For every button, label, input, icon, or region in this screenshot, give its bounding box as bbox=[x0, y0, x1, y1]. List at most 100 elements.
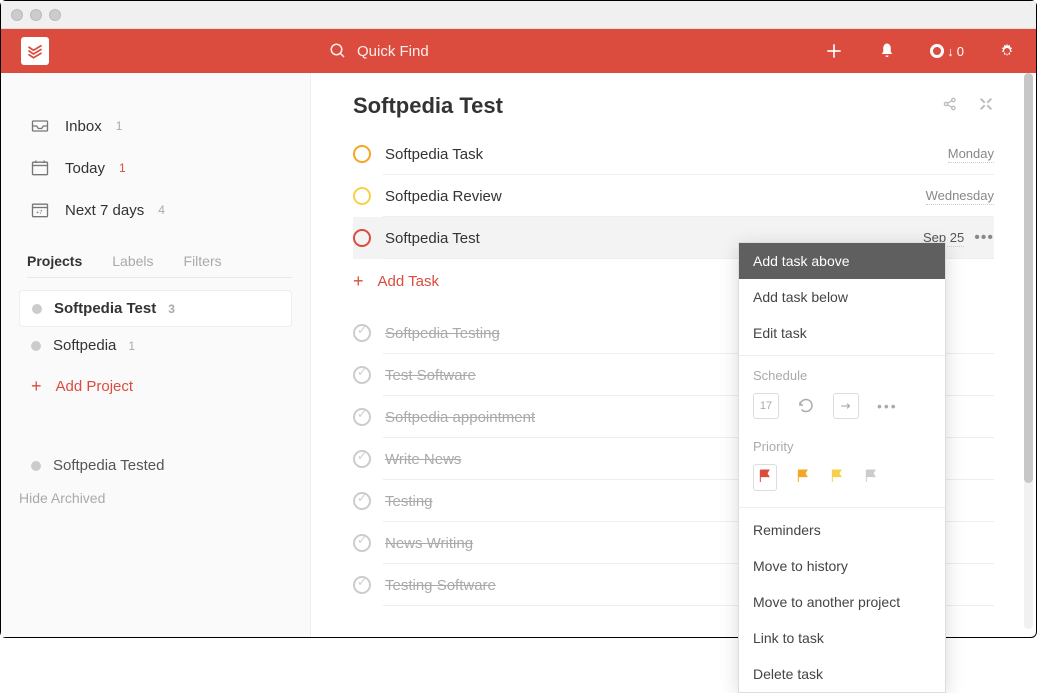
bell-icon bbox=[878, 42, 896, 60]
sidebar-item-inbox[interactable]: Inbox 1 bbox=[19, 105, 292, 147]
flag-icon bbox=[795, 468, 811, 484]
scrollbar-thumb[interactable] bbox=[1024, 73, 1033, 483]
quick-find-placeholder: Quick Find bbox=[357, 43, 429, 60]
add-task-global-button[interactable] bbox=[824, 41, 844, 61]
task-title: Softpedia Task bbox=[385, 146, 948, 163]
karma-arrow-icon: ↓ bbox=[947, 44, 954, 59]
sidebar-item-label: Next 7 days bbox=[65, 202, 144, 219]
quick-find[interactable]: Quick Find bbox=[329, 42, 824, 60]
sidebar-item-next7[interactable]: +7 Next 7 days 4 bbox=[19, 189, 292, 231]
project-options-button[interactable] bbox=[978, 96, 994, 117]
task-checkbox-done[interactable] bbox=[353, 408, 371, 426]
priority-flag-button[interactable] bbox=[829, 468, 845, 487]
archived-project-item[interactable]: Softpedia Tested bbox=[19, 449, 292, 482]
project-count: 1 bbox=[128, 339, 135, 353]
share-button[interactable] bbox=[942, 96, 958, 117]
minimize-window-button[interactable] bbox=[30, 9, 42, 21]
sidebar-item-count: 1 bbox=[116, 119, 123, 133]
notifications-button[interactable] bbox=[878, 42, 896, 60]
gear-icon bbox=[998, 42, 1016, 60]
task-checkbox[interactable] bbox=[353, 229, 371, 247]
menu-add-task-above[interactable]: Add task above bbox=[739, 243, 945, 279]
task-due-date[interactable]: Monday bbox=[948, 146, 994, 163]
schedule-postpone-button[interactable] bbox=[833, 393, 859, 419]
task-checkbox[interactable] bbox=[353, 145, 371, 163]
task-due-date[interactable]: Wednesday bbox=[926, 188, 994, 205]
svg-text:+7: +7 bbox=[36, 210, 43, 216]
karma-circle-icon bbox=[930, 44, 944, 58]
schedule-date-button[interactable]: 17 bbox=[753, 393, 779, 419]
sidebar-item-count: 4 bbox=[158, 203, 165, 217]
task-checkbox-done[interactable] bbox=[353, 450, 371, 468]
inbox-icon bbox=[29, 115, 51, 137]
search-icon bbox=[329, 42, 347, 60]
plus-icon bbox=[824, 41, 844, 61]
project-name: Softpedia bbox=[53, 337, 116, 354]
project-count: 3 bbox=[168, 302, 175, 316]
sidebar-item-label: Today bbox=[65, 160, 105, 177]
add-project-button[interactable]: + Add Project bbox=[19, 364, 292, 409]
menu-link-task[interactable]: Link to task bbox=[739, 620, 945, 656]
menu-move-history[interactable]: Move to history bbox=[739, 548, 945, 584]
task-checkbox-done[interactable] bbox=[353, 492, 371, 510]
schedule-recurring-button[interactable] bbox=[797, 396, 815, 417]
recurring-icon bbox=[797, 396, 815, 414]
task-checkbox[interactable] bbox=[353, 187, 371, 205]
sidebar-item-today[interactable]: Today 1 bbox=[19, 147, 292, 189]
project-color-dot bbox=[32, 304, 42, 314]
karma-value: 0 bbox=[957, 44, 964, 59]
close-window-button[interactable] bbox=[11, 9, 23, 21]
menu-move-project[interactable]: Move to another project bbox=[739, 584, 945, 620]
sidebar-tabs: Projects Labels Filters bbox=[27, 253, 292, 278]
app-logo bbox=[21, 37, 49, 65]
menu-schedule-label: Schedule bbox=[739, 360, 945, 387]
archived-project-name: Softpedia Tested bbox=[53, 457, 164, 474]
hide-archived-button[interactable]: Hide Archived bbox=[19, 482, 292, 514]
settings-button[interactable] bbox=[998, 42, 1016, 60]
tab-filters[interactable]: Filters bbox=[184, 253, 222, 269]
plus-icon: + bbox=[353, 271, 364, 292]
plus-icon: + bbox=[31, 376, 42, 397]
menu-reminders[interactable]: Reminders bbox=[739, 512, 945, 548]
project-color-dot bbox=[31, 461, 41, 471]
maximize-window-button[interactable] bbox=[49, 9, 61, 21]
calendar-today-icon bbox=[29, 157, 51, 179]
share-icon bbox=[942, 96, 958, 112]
app-header: Quick Find ↓ 0 bbox=[1, 29, 1036, 73]
menu-add-task-below[interactable]: Add task below bbox=[739, 279, 945, 315]
task-context-menu: Add task above Add task below Edit task … bbox=[738, 242, 946, 693]
calendar-day-icon: 17 bbox=[760, 400, 772, 412]
task-more-button[interactable]: ••• bbox=[974, 229, 994, 247]
schedule-more-button[interactable]: ••• bbox=[877, 398, 898, 414]
priority-flag-button[interactable] bbox=[753, 464, 777, 491]
project-color-dot bbox=[31, 341, 41, 351]
menu-edit-task[interactable]: Edit task bbox=[739, 315, 945, 351]
tab-labels[interactable]: Labels bbox=[112, 253, 153, 269]
add-project-label: Add Project bbox=[56, 378, 134, 395]
page-title: Softpedia Test bbox=[353, 93, 503, 119]
project-item[interactable]: Softpedia 1 bbox=[19, 328, 292, 363]
arrow-right-icon bbox=[839, 399, 853, 413]
sidebar-item-count: 1 bbox=[119, 161, 126, 175]
task-checkbox-done[interactable] bbox=[353, 324, 371, 342]
flag-icon bbox=[757, 468, 773, 484]
tools-icon bbox=[978, 96, 994, 112]
task-row[interactable]: Softpedia TaskMonday bbox=[353, 133, 994, 175]
menu-delete-task[interactable]: Delete task bbox=[739, 656, 945, 692]
karma-button[interactable]: ↓ 0 bbox=[930, 44, 964, 59]
project-name: Softpedia Test bbox=[54, 300, 156, 317]
calendar-week-icon: +7 bbox=[29, 199, 51, 221]
flag-icon bbox=[829, 468, 845, 484]
project-item[interactable]: Softpedia Test 3 bbox=[19, 290, 292, 327]
task-row[interactable]: Softpedia ReviewWednesday bbox=[353, 175, 994, 217]
add-task-label: Add Task bbox=[378, 273, 439, 290]
task-checkbox-done[interactable] bbox=[353, 534, 371, 552]
task-checkbox-done[interactable] bbox=[353, 366, 371, 384]
priority-flag-button[interactable] bbox=[795, 468, 811, 487]
priority-flag-button[interactable] bbox=[863, 468, 879, 487]
sidebar-item-label: Inbox bbox=[65, 118, 102, 135]
window-titlebar bbox=[1, 1, 1036, 29]
task-checkbox-done[interactable] bbox=[353, 576, 371, 594]
tab-projects[interactable]: Projects bbox=[27, 253, 82, 269]
task-title: Softpedia Review bbox=[385, 188, 926, 205]
